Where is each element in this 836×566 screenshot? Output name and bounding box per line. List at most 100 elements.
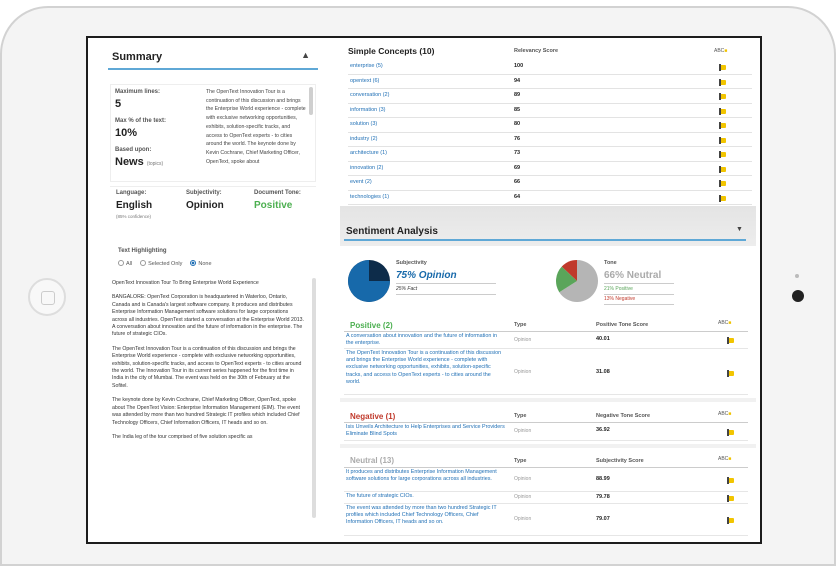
article-paragraph: The India leg of the tour comprised of f… <box>112 433 253 440</box>
camera-icon <box>792 290 804 302</box>
article-paragraph: The keynote done by Kevin Cochrane, Chie… <box>112 397 301 426</box>
collapse-caret-icon[interactable]: ▲ <box>301 50 310 60</box>
expand-caret-icon[interactable]: ▼ <box>736 226 743 233</box>
highlight-positive-icon[interactable]: ABC■ <box>718 320 731 326</box>
relevancy-score-header: Relevancy Score <box>514 48 559 54</box>
highlight-flag-icon[interactable] <box>719 122 726 129</box>
concept-term[interactable]: conversation (2) <box>350 92 389 98</box>
sentence-text: It produces and distributes Enterprise I… <box>346 469 497 483</box>
home-button[interactable] <box>28 278 66 316</box>
concept-term[interactable]: innovation (2) <box>350 165 383 171</box>
highlight-flag-icon[interactable] <box>727 495 734 502</box>
highlight-flag-icon[interactable] <box>719 64 726 71</box>
highlight-flag-icon[interactable] <box>727 370 734 377</box>
concept-score: 85 <box>514 106 521 113</box>
radio-all-label: All <box>126 261 133 267</box>
concept-term[interactable]: enterprise (5) <box>350 63 383 69</box>
highlight-neutral-icon[interactable]: ABC■ <box>718 456 731 462</box>
summary-scrollbar[interactable] <box>309 87 313 115</box>
tone-chart-label: Tone <box>604 260 617 266</box>
neutral-row[interactable]: The event was attended by more than two … <box>344 504 748 536</box>
highlight-flag-icon[interactable] <box>727 429 734 436</box>
neutral-row[interactable]: The future of strategic CIOs. Opinion 79… <box>344 492 748 504</box>
positive-row[interactable]: The OpenText Innovation Tour is a contin… <box>344 349 748 395</box>
highlight-flag-icon[interactable] <box>727 337 734 344</box>
article-scrollbar[interactable] <box>312 278 316 518</box>
radio-selected-only[interactable]: Selected Only <box>140 260 182 267</box>
highlight-flag-icon[interactable] <box>719 136 726 144</box>
sentence-text: The future of strategic CIOs. <box>346 493 414 499</box>
language-value: English <box>116 200 153 211</box>
negative-percent: 13% Negative <box>604 296 636 302</box>
concept-term[interactable]: industry (2) <box>350 136 378 142</box>
simple-concepts-title: Simple Concepts (10) <box>348 46 435 56</box>
summary-text: The OpenText Innovation Tour is a contin… <box>206 89 306 165</box>
summary-box: Maximum lines: 5 Max % of the text: 10% … <box>110 84 316 182</box>
highlight-flag-icon[interactable] <box>719 151 726 158</box>
max-pct-label: Max % of the text: <box>115 118 167 124</box>
highlight-flag-icon[interactable] <box>719 180 726 187</box>
concept-term[interactable]: information (3) <box>350 107 385 113</box>
highlight-flag-icon[interactable] <box>719 107 726 115</box>
type-header: Type <box>514 322 527 328</box>
highlight-negative-icon[interactable]: ABC■ <box>718 411 731 417</box>
type-header: Type <box>514 458 527 464</box>
concept-term[interactable]: solution (3) <box>350 121 377 127</box>
positive-score-header: Positive Tone Score <box>596 322 649 328</box>
radio-icon <box>140 260 147 266</box>
concept-term[interactable]: technologies (1) <box>350 194 389 200</box>
concept-term[interactable]: event (2) <box>350 179 372 185</box>
concept-row[interactable]: innovation (2) 69 <box>348 162 752 176</box>
concept-row[interactable]: opentext (6) 94 <box>348 75 752 89</box>
sentence-text: The OpenText Innovation Tour is a contin… <box>346 350 502 385</box>
concept-score: 89 <box>514 92 521 98</box>
sensor-icon <box>795 274 799 278</box>
concept-row[interactable]: industry (2) 76 <box>348 133 752 147</box>
concept-row[interactable]: event (2) 66 <box>348 176 752 191</box>
concept-row[interactable]: conversation (2) 89 <box>348 89 752 104</box>
max-lines-value[interactable]: 5 <box>115 98 121 110</box>
concept-score: 64 <box>514 193 521 200</box>
concept-term[interactable]: opentext (6) <box>350 78 379 84</box>
radio-checked-icon <box>190 260 197 266</box>
sentence-score: 36.92 <box>596 427 610 433</box>
highlight-flag-icon[interactable] <box>719 93 726 100</box>
sentence-score: 88.99 <box>596 476 610 482</box>
concept-row[interactable]: architecture (1) 73 <box>348 147 752 162</box>
sentence-score: 40.01 <box>596 336 610 342</box>
concept-row[interactable]: enterprise (5) 100 <box>348 60 752 75</box>
section-divider <box>340 398 756 402</box>
radio-none[interactable]: None <box>190 260 212 267</box>
highlighting-label: Text Highlighting <box>118 248 167 254</box>
based-upon-value[interactable]: News (topics) <box>115 156 163 168</box>
sentence-type: Opinion <box>514 337 532 343</box>
concept-row[interactable]: solution (3) 80 <box>348 118 752 133</box>
concept-term[interactable]: architecture (1) <box>350 150 387 156</box>
highlight-flag-icon[interactable] <box>727 517 734 524</box>
concept-row[interactable]: information (3) 85 <box>348 104 752 118</box>
highlight-flag-icon[interactable] <box>719 78 726 86</box>
neutral-row[interactable]: It produces and distributes Enterprise I… <box>344 468 748 492</box>
highlight-flag-icon[interactable] <box>719 194 726 202</box>
highlight-flag-icon[interactable] <box>727 477 734 484</box>
highlight-all-icon[interactable]: ABC■ <box>714 48 727 54</box>
highlight-icon-label: ABC <box>718 411 729 417</box>
negative-row[interactable]: Isis Unveils Architecture to Help Enterp… <box>344 423 748 441</box>
summary-header[interactable]: Summary ▲ <box>108 44 318 70</box>
concept-row[interactable]: technologies (1) 64 <box>348 191 752 205</box>
max-pct-value[interactable]: 10% <box>115 127 137 139</box>
positive-row[interactable]: A conversation about innovation and the … <box>344 332 748 349</box>
rule <box>396 294 496 295</box>
concept-score: 94 <box>514 77 521 84</box>
highlight-flag-icon[interactable] <box>719 165 726 173</box>
subjectivity-label: Subjectivity: <box>186 190 222 196</box>
rule <box>604 294 674 295</box>
radio-all[interactable]: All <box>118 260 132 267</box>
tone-pie <box>556 260 598 302</box>
concept-score: 66 <box>514 179 521 185</box>
radio-icon <box>118 260 124 266</box>
based-upon-text: News <box>115 156 144 168</box>
subjectivity-chart-label: Subjectivity <box>396 260 427 266</box>
subjectivity-value: Opinion <box>186 200 224 211</box>
positive-section-title: Positive (2) <box>350 321 393 330</box>
